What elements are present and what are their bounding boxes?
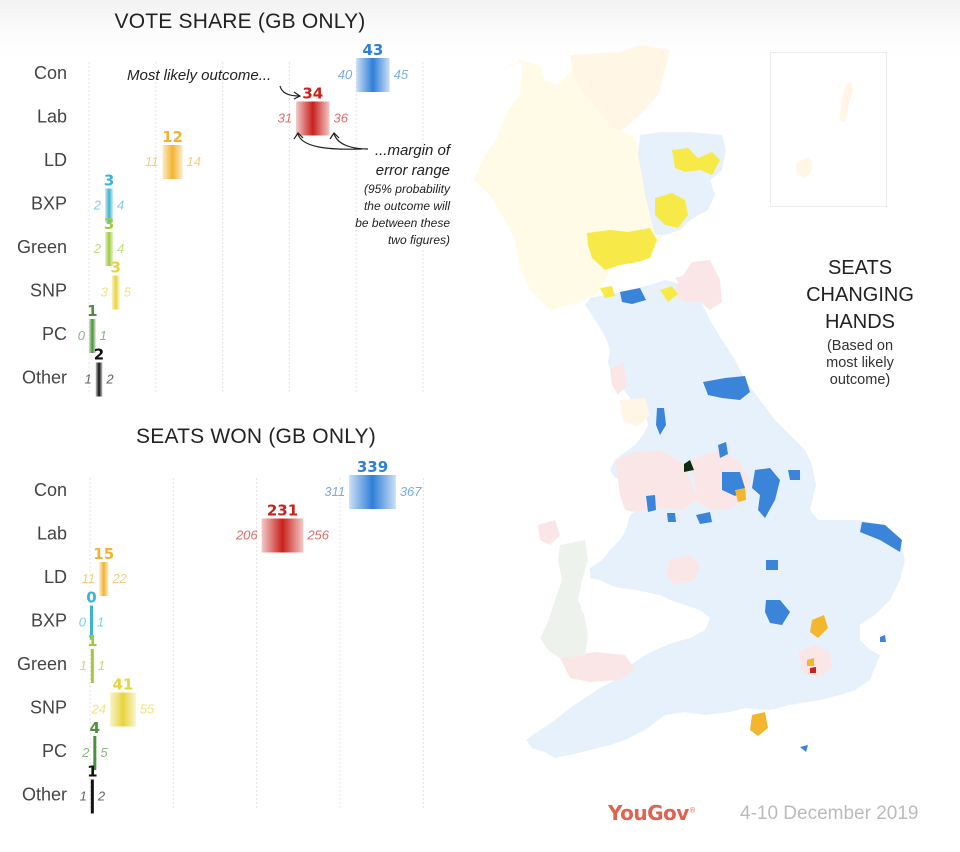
high-label: 2 [97,789,106,804]
map-title-line3: HANDS [824,311,895,333]
party-label: Green [17,654,67,674]
map-lab-gain-london [810,667,816,673]
inset-shetland [839,81,853,123]
seats-won-chart: Con339311 367Lab231206 256LD1511 22BXP00 1Gr… [17,458,424,814]
high-label: 367 [400,484,422,499]
map-title-line2: CHANGING [806,284,914,306]
party-label: Other [22,785,67,805]
party-label: LD [44,567,67,587]
value-label: 1 [87,763,97,781]
bar-row-lab: Lab 231 206 256 [37,502,330,553]
high-label: 22 [111,571,127,586]
high-label: 1 [97,615,104,630]
fieldwork-date: 4-10 December 2019 [740,803,919,824]
value-label: 15 [93,545,114,563]
low-label: 11 [82,571,96,586]
value-label: 231 [267,502,298,520]
map-region-westmorland-ld-hold [620,398,650,426]
party-label: BXP [31,611,67,631]
map-subtitle-line3: outcome) [829,372,891,388]
party-label: PC [42,741,67,761]
party-label: Lab [37,524,67,544]
map-con-gain-stoke [667,513,676,522]
low-label: 2 [81,745,90,760]
bar-row-pc: PC 42 5 [42,719,108,770]
range-bar [349,475,396,509]
map-subtitle: (Based on most likely outcome) [770,338,950,389]
low-label: 1 [80,789,87,804]
bar-row-green: Green 11 1 [17,632,105,683]
range-bar [261,518,304,553]
map-con-gain-essex [880,635,886,642]
low-label: 0 [79,615,87,630]
brand-registered-mark: ® [688,806,696,815]
map-region-anglesey-lab-hold [538,520,560,545]
value-label: 41 [112,676,133,694]
bar-row-con: Con 339 311 367 [34,458,422,509]
map-con-gain-kent [800,745,808,752]
shetland-orkney-inset [770,52,887,207]
value-label: 0 [86,589,96,607]
value-label: 339 [357,458,388,476]
low-label: 206 [235,528,258,543]
party-label: SNP [30,698,67,718]
map-title-line1: SEATS [827,257,893,279]
brand-name: YouGov [608,801,689,825]
range-bar [109,692,136,727]
range-bar [90,779,94,814]
yougov-logo: YouGov® [608,801,696,825]
party-label: Con [34,480,67,500]
map-region-wales-pc-hold [540,540,588,658]
map-subtitle-line2: most likely [826,355,894,371]
map-con-gain-peterborough [766,560,778,570]
range-bar [90,649,94,683]
value-label: 1 [87,632,97,650]
bar-row-other: Other 11 2 [22,763,106,814]
high-label: 1 [98,658,105,673]
low-label: 1 [80,658,87,673]
inset-orkney [796,157,813,178]
range-bar [99,562,109,596]
map-title: SEATS CHANGING HANDS [770,255,950,336]
low-label: 24 [91,702,106,717]
high-label: 5 [100,745,108,760]
value-label: 4 [90,719,100,737]
high-label: 256 [306,528,329,543]
map-con-gain-grimsby [788,470,800,480]
high-label: 55 [140,702,155,717]
low-label: 311 [324,484,345,499]
map-ld-gain-guildford [750,712,768,736]
map-subtitle-line1: (Based on [826,338,894,354]
